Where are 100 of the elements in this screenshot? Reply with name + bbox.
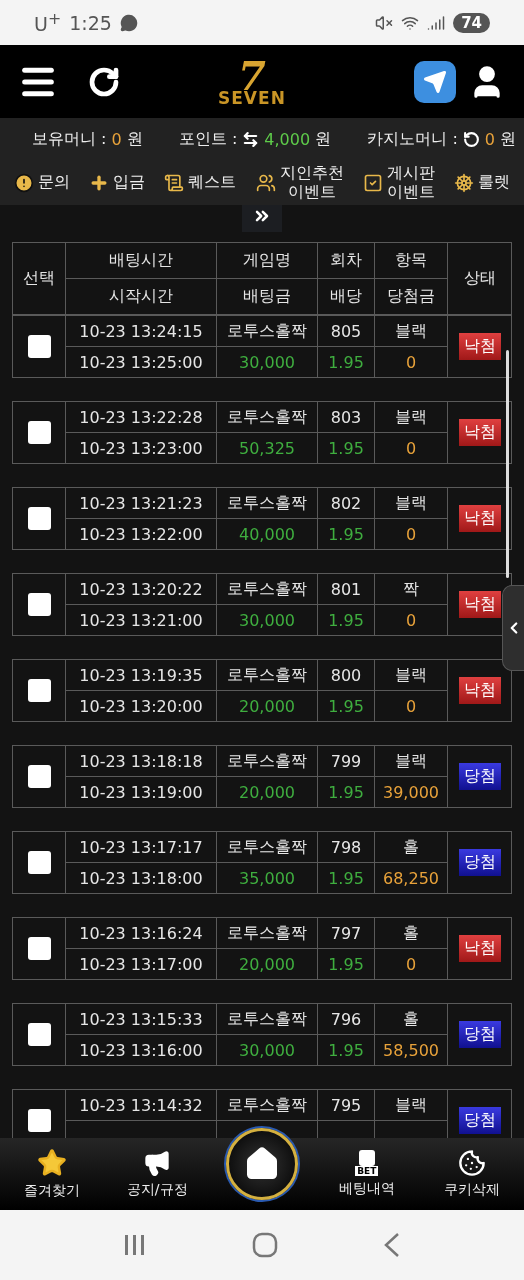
bet-amount: 35,000 [217, 863, 317, 893]
checkbox[interactable] [27, 937, 51, 960]
menu-link[interactable]: 룰렛 [477, 173, 510, 192]
exchange-icon[interactable] [242, 130, 260, 148]
menu-link[interactable]: 입금 [113, 173, 146, 192]
round-number: 802 [318, 488, 374, 518]
recent-apps-icon[interactable] [122, 1233, 147, 1257]
balance-label: 포인트 : [178, 128, 238, 150]
bet-time: 10-23 13:21:23 [66, 488, 216, 518]
bet-time: 10-23 13:16:24 [66, 918, 216, 948]
column-header: 항목 [375, 243, 447, 278]
menu-link[interactable]: 지인추천 이벤트 [279, 164, 344, 201]
pick-value: 블랙 [375, 316, 447, 346]
round-number: 805 [318, 316, 374, 346]
odds-value: 1.95 [318, 605, 374, 635]
round-number: 803 [318, 402, 374, 432]
status-badge: 당첨 [458, 1021, 501, 1048]
checkbox[interactable] [27, 765, 51, 788]
nav-button[interactable]: BET 베팅내역 [314, 1138, 420, 1210]
checkbox[interactable] [27, 1109, 51, 1132]
checkbox[interactable] [27, 421, 51, 444]
checkbox[interactable] [27, 335, 51, 358]
round-number: 796 [318, 1004, 374, 1034]
house-icon [244, 1146, 280, 1182]
odds-value: 1.95 [318, 691, 374, 721]
odds-value: 1.95 [318, 777, 374, 807]
menu-link[interactable]: 게시판 이벤트 [386, 164, 435, 201]
pick-value: 홀 [375, 918, 447, 948]
balance-value: 0 [111, 129, 122, 149]
round-number: 800 [318, 660, 374, 690]
column-header: 당첨금 [375, 279, 447, 314]
bet-time: 10-23 13:22:28 [66, 402, 216, 432]
scrollbar[interactable] [506, 350, 509, 578]
alert-icon [14, 172, 34, 193]
game-name: 로투스홀짝 [217, 832, 317, 862]
balance-value: 0 [484, 129, 495, 149]
round-number: 798 [318, 832, 374, 862]
game-name: 로투스홀짝 [217, 660, 317, 690]
home-nav-icon[interactable] [252, 1232, 278, 1258]
checkbox[interactable] [27, 851, 51, 874]
menu-link[interactable]: 문의 [38, 173, 70, 192]
odds-value: 1.95 [318, 519, 374, 549]
status-badge: 당첨 [458, 763, 501, 790]
signal-icon [427, 13, 446, 32]
nav-button[interactable]: 쿠키삭제 [419, 1138, 524, 1210]
menu-link[interactable]: 퀘스트 [188, 173, 237, 192]
chat-icon [119, 13, 138, 32]
start-time: 10-23 13:23:00 [66, 433, 216, 463]
round-number: 801 [318, 574, 374, 604]
column-header: 게임명 [217, 243, 317, 278]
bet-amount: 30,000 [217, 347, 317, 377]
column-header: 상태 [448, 243, 511, 314]
pick-value: 블랙 [375, 746, 447, 776]
column-header: 배당 [318, 279, 374, 314]
checkbox[interactable] [27, 1023, 51, 1046]
bet-amount: 40,000 [217, 519, 317, 549]
odds-value: 1.95 [318, 949, 374, 979]
status-badge: 낙첨 [458, 677, 501, 704]
start-time: 10-23 13:19:00 [66, 777, 216, 807]
status-badge: 당첨 [458, 849, 501, 876]
people-icon [255, 172, 276, 193]
battery-level: 74 [453, 12, 490, 33]
start-time: 10-23 13:17:00 [66, 949, 216, 979]
bet-amount: 50,325 [217, 433, 317, 463]
star-icon [37, 1148, 68, 1178]
bet-time: 10-23 13:17:17 [66, 832, 216, 862]
round-number: 795 [318, 1090, 374, 1120]
payout-amount: 0 [375, 949, 447, 979]
side-panel-handle[interactable] [502, 585, 524, 671]
reload-icon[interactable] [462, 130, 480, 148]
nav-button[interactable]: 공지/규정 [104, 1138, 210, 1210]
bet-time: 10-23 13:20:22 [66, 574, 216, 604]
payout-amount: 58,500 [375, 1035, 447, 1065]
checkbox[interactable] [27, 507, 51, 530]
start-time: 10-23 13:22:00 [66, 519, 216, 549]
game-name: 로투스홀짝 [217, 402, 317, 432]
telegram-button[interactable] [414, 60, 456, 103]
status-badge: 낙첨 [458, 591, 501, 618]
wheel-icon [453, 172, 474, 193]
payout-amount: 39,000 [375, 777, 447, 807]
payout-amount: 0 [375, 347, 447, 377]
game-name: 로투스홀짝 [217, 746, 317, 776]
checkbox[interactable] [27, 679, 51, 702]
pick-value: 블랙 [375, 402, 447, 432]
refresh-icon[interactable] [88, 65, 120, 98]
carrier: U$^{+}$ [34, 9, 62, 36]
odds-value: 1.95 [318, 1035, 374, 1065]
status-badge: 낙첨 [458, 505, 501, 532]
home-button[interactable] [226, 1128, 298, 1200]
expand-button[interactable] [242, 205, 282, 232]
currency-unit: 원 [500, 128, 516, 150]
payout-amount: 68,250 [375, 863, 447, 893]
balance-value: 4,000 [264, 129, 311, 149]
checkbox-icon [362, 172, 383, 193]
payout-amount: 0 [375, 605, 447, 635]
status-badge: 낙첨 [458, 935, 501, 962]
column-header: 배팅시간 [66, 243, 216, 278]
checkbox[interactable] [27, 593, 51, 616]
nav-button[interactable]: 즐겨찾기 [0, 1138, 105, 1210]
bet-time: 10-23 13:18:18 [66, 746, 216, 776]
